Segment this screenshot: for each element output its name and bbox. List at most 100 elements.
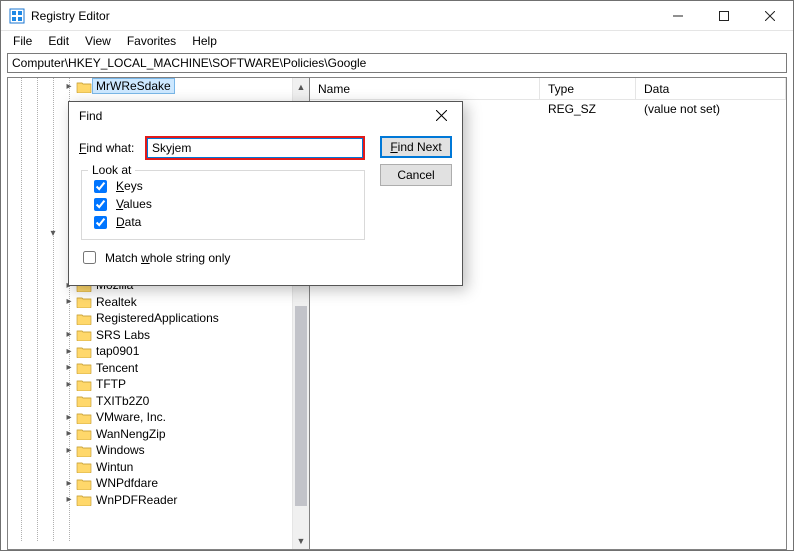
column-type[interactable]: Type	[540, 78, 636, 99]
menu-favorites[interactable]: Favorites	[119, 32, 184, 50]
tree-item-label: WnPDFReader	[92, 493, 177, 507]
folder-icon	[76, 344, 92, 358]
tree-item[interactable]: ▸ Tencent	[8, 360, 309, 377]
tree-item-label: TXITb2Z0	[92, 394, 149, 408]
chevron-right-icon[interactable]: ▸	[62, 329, 76, 340]
tree-item[interactable]: ▸ MrWReSdake	[8, 78, 309, 95]
chevron-right-icon[interactable]: ▸	[62, 296, 76, 307]
chevron-right-icon[interactable]: ▸	[62, 346, 76, 357]
find-what-highlight	[145, 136, 365, 160]
tree-item[interactable]: ▸ VMware, Inc.	[8, 409, 309, 426]
folder-icon	[76, 328, 92, 342]
find-what-label: Find what:	[79, 141, 135, 155]
titlebar: Registry Editor	[1, 1, 793, 31]
tree-item[interactable]: ▸ TFTP	[8, 376, 309, 393]
find-dialog: Find Find what: Look at Keys Values	[68, 101, 463, 286]
app-icon	[9, 8, 25, 24]
folder-icon	[76, 476, 92, 490]
tree-item[interactable]: ▸ Windows	[8, 442, 309, 459]
minimize-button[interactable]	[655, 1, 701, 31]
tree-item[interactable]: RegisteredApplications	[8, 310, 309, 327]
tree-item[interactable]: ▸ SRS Labs	[8, 327, 309, 344]
folder-icon	[76, 427, 92, 441]
tree-item-label: Realtek	[92, 295, 137, 309]
tree-item[interactable]: ▸ WNPdfdare	[8, 475, 309, 492]
registry-editor-window: Registry Editor File Edit View Favorites…	[0, 0, 794, 551]
tree-item-label: RegisteredApplications	[92, 311, 219, 325]
find-next-button[interactable]: Find Next	[380, 136, 452, 158]
maximize-button[interactable]	[701, 1, 747, 31]
folder-icon	[76, 311, 92, 325]
find-close-button[interactable]	[424, 104, 458, 126]
tree-item[interactable]: ▸ WnPDFReader	[8, 492, 309, 509]
tree-item-label: SRS Labs	[92, 328, 150, 342]
chevron-right-icon[interactable]: ▸	[62, 81, 76, 92]
look-at-label: Look at	[88, 163, 135, 177]
cancel-button[interactable]: Cancel	[380, 164, 452, 186]
tree-item-label: WNPdfdare	[92, 476, 158, 490]
tree-item-label: TFTP	[92, 377, 126, 391]
folder-icon	[76, 443, 92, 457]
tree-item[interactable]: TXITb2Z0	[8, 393, 309, 410]
data-label: Data	[116, 215, 141, 229]
chevron-right-icon[interactable]: ▸	[62, 362, 76, 373]
menu-edit[interactable]: Edit	[40, 32, 77, 50]
folder-icon	[76, 295, 92, 309]
chevron-right-icon[interactable]: ▸	[62, 478, 76, 489]
folder-icon	[76, 361, 92, 375]
scroll-up-icon[interactable]: ▲	[293, 78, 309, 95]
menubar: File Edit View Favorites Help	[1, 31, 793, 51]
address-bar[interactable]: Computer\HKEY_LOCAL_MACHINE\SOFTWARE\Pol…	[7, 53, 787, 73]
scroll-down-icon[interactable]: ▼	[293, 532, 309, 549]
column-name[interactable]: Name	[310, 78, 540, 99]
folder-icon	[76, 410, 92, 424]
chevron-down-icon[interactable]: ▾	[46, 228, 60, 239]
folder-icon	[76, 493, 92, 507]
match-whole-label: Match whole string only	[105, 251, 230, 265]
tree-item-label: MrWReSdake	[92, 78, 175, 94]
tree-item-label: WanNengZip	[92, 427, 166, 441]
match-whole-checkbox[interactable]	[83, 251, 96, 264]
folder-icon	[76, 460, 92, 474]
keys-label: Keys	[116, 179, 143, 193]
values-label: Values	[116, 197, 152, 211]
chevron-right-icon[interactable]: ▸	[62, 445, 76, 456]
window-title: Registry Editor	[31, 9, 110, 23]
scroll-thumb[interactable]	[295, 306, 307, 506]
keys-checkbox-row[interactable]: Keys	[90, 177, 356, 195]
tree-item-label: Tencent	[92, 361, 138, 375]
data-checkbox[interactable]	[94, 216, 107, 229]
menu-view[interactable]: View	[77, 32, 119, 50]
tree-item[interactable]: ▸ WanNengZip	[8, 426, 309, 443]
close-button[interactable]	[747, 1, 793, 31]
tree-item-label: Wintun	[92, 460, 133, 474]
tree-item[interactable]: ▸ tap0901	[8, 343, 309, 360]
column-headers: Name Type Data	[310, 78, 786, 100]
keys-checkbox[interactable]	[94, 180, 107, 193]
values-checkbox-row[interactable]: Values	[90, 195, 356, 213]
chevron-right-icon[interactable]: ▸	[62, 494, 76, 505]
menu-help[interactable]: Help	[184, 32, 225, 50]
folder-icon	[76, 377, 92, 391]
menu-file[interactable]: File	[5, 32, 40, 50]
match-whole-row[interactable]: Match whole string only	[79, 248, 452, 267]
find-what-input[interactable]	[147, 138, 363, 158]
chevron-right-icon[interactable]: ▸	[62, 428, 76, 439]
tree-item-label: VMware, Inc.	[92, 410, 166, 424]
value-data: (value not set)	[636, 102, 786, 116]
chevron-right-icon[interactable]: ▸	[62, 412, 76, 423]
folder-icon	[76, 394, 92, 408]
chevron-right-icon[interactable]: ▸	[62, 379, 76, 390]
look-at-group: Look at Keys Values Data	[81, 170, 365, 240]
find-dialog-title: Find	[69, 102, 462, 130]
tree-item-label: tap0901	[92, 344, 139, 358]
folder-icon	[76, 79, 92, 93]
tree-item-label: Windows	[92, 443, 145, 457]
tree-item[interactable]: ▸ Realtek	[8, 294, 309, 311]
value-type: REG_SZ	[540, 102, 636, 116]
values-checkbox[interactable]	[94, 198, 107, 211]
column-data[interactable]: Data	[636, 78, 786, 99]
address-text: Computer\HKEY_LOCAL_MACHINE\SOFTWARE\Pol…	[12, 56, 366, 70]
data-checkbox-row[interactable]: Data	[90, 213, 356, 231]
tree-item[interactable]: Wintun	[8, 459, 309, 476]
